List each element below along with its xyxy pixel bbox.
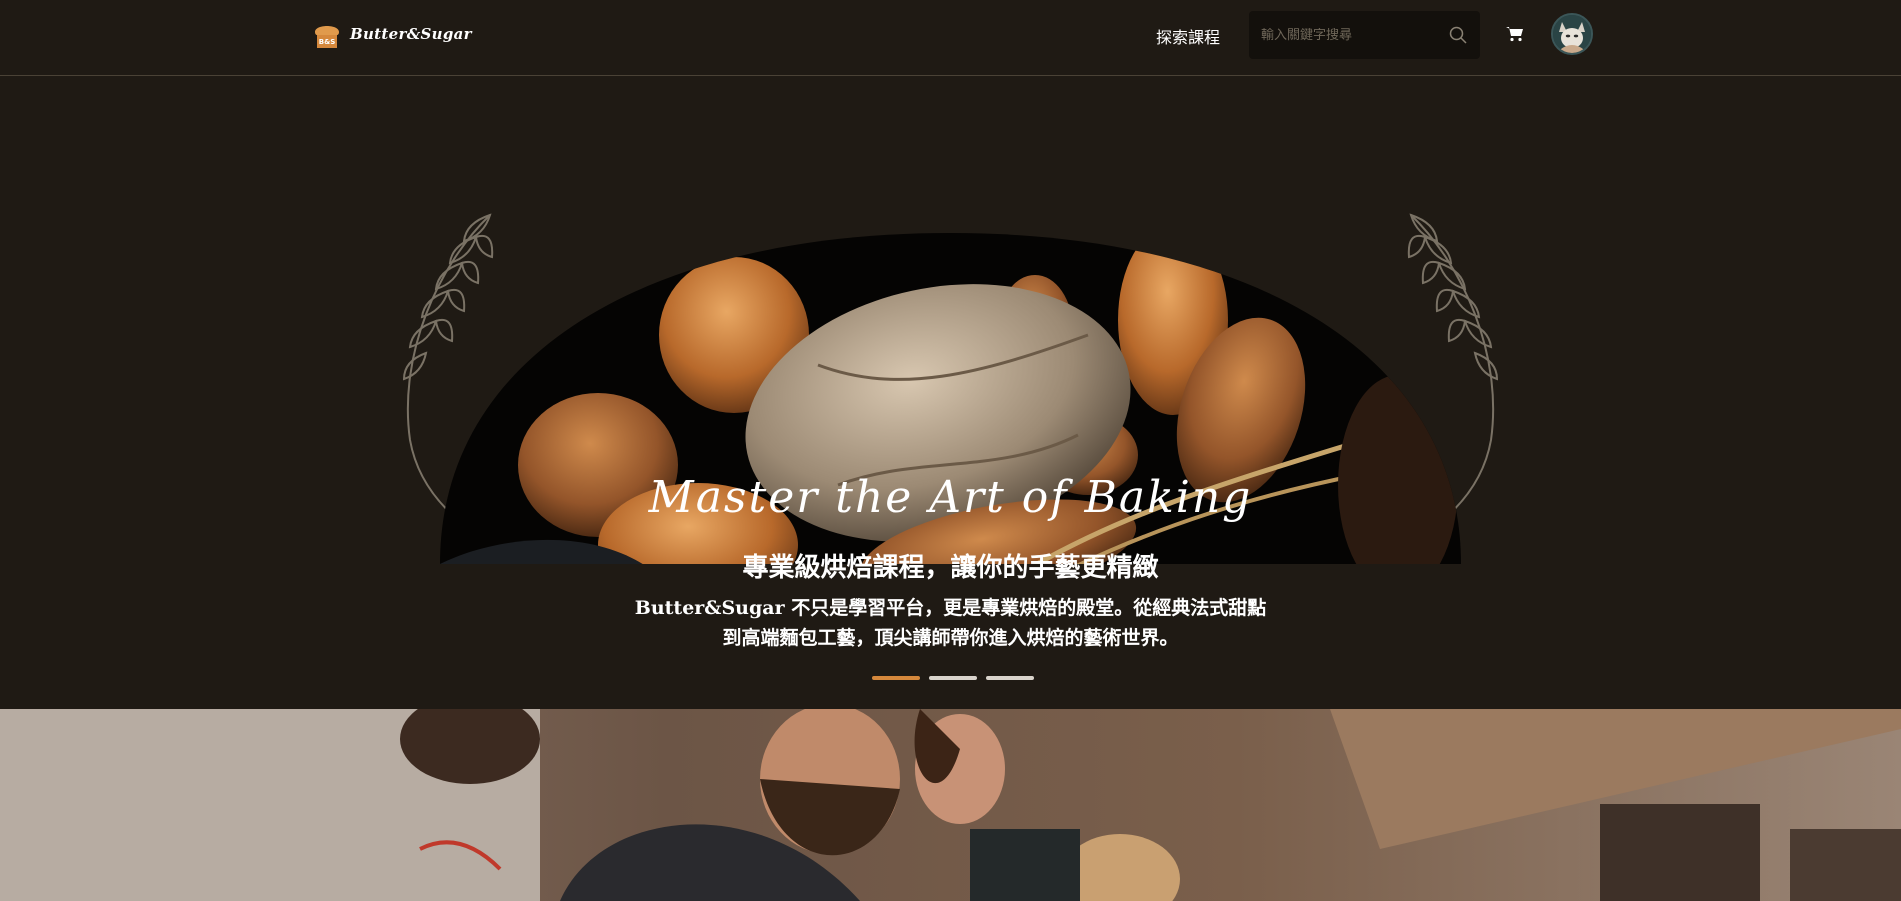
hero-description: Butter&Sugar 不只是學習平台，更是專業烘焙的殿堂。從經典法式甜點 到… — [600, 593, 1301, 653]
hero-subtitle: 專業級烘焙課程，讓你的手藝更精緻 — [742, 553, 1159, 583]
search-input[interactable] — [1261, 27, 1442, 43]
bread-logo-icon: B&S — [315, 26, 339, 48]
search-box[interactable] — [1249, 11, 1480, 59]
hero-description-line1: Butter&Sugar 不只是學習平台，更是專業烘焙的殿堂。從經典法式甜點 — [634, 597, 1267, 619]
logo-badge: B&S — [319, 38, 335, 46]
carousel-dot-2[interactable] — [929, 676, 977, 680]
bakers-photo — [0, 709, 1901, 901]
logo-text: Butter&Sugar — [350, 25, 472, 43]
nav-explore-courses[interactable]: 探索課程 — [1156, 24, 1220, 48]
carousel-indicators — [872, 676, 1034, 680]
hero-description-line2: 到高端麵包工藝，頂尖講師帶你進入烘焙的藝術世界。 — [722, 627, 1179, 649]
avatar-image — [1553, 15, 1591, 53]
cart-icon[interactable] — [1506, 26, 1524, 42]
carousel-dot-3[interactable] — [986, 676, 1034, 680]
hero-banner: Master the Art of Baking 專業級烘焙課程，讓你的手藝更精… — [0, 77, 1901, 709]
logo[interactable]: B&S Butter&Sugar — [311, 18, 472, 50]
site-header: B&S Butter&Sugar 探索課程 — [0, 0, 1901, 76]
carousel-dot-1[interactable] — [872, 676, 920, 680]
hero-title: Master the Art of Baking — [648, 472, 1253, 523]
search-icon[interactable] — [1448, 25, 1468, 45]
avatar[interactable] — [1551, 13, 1593, 55]
bakers-photo-image — [0, 709, 1901, 901]
